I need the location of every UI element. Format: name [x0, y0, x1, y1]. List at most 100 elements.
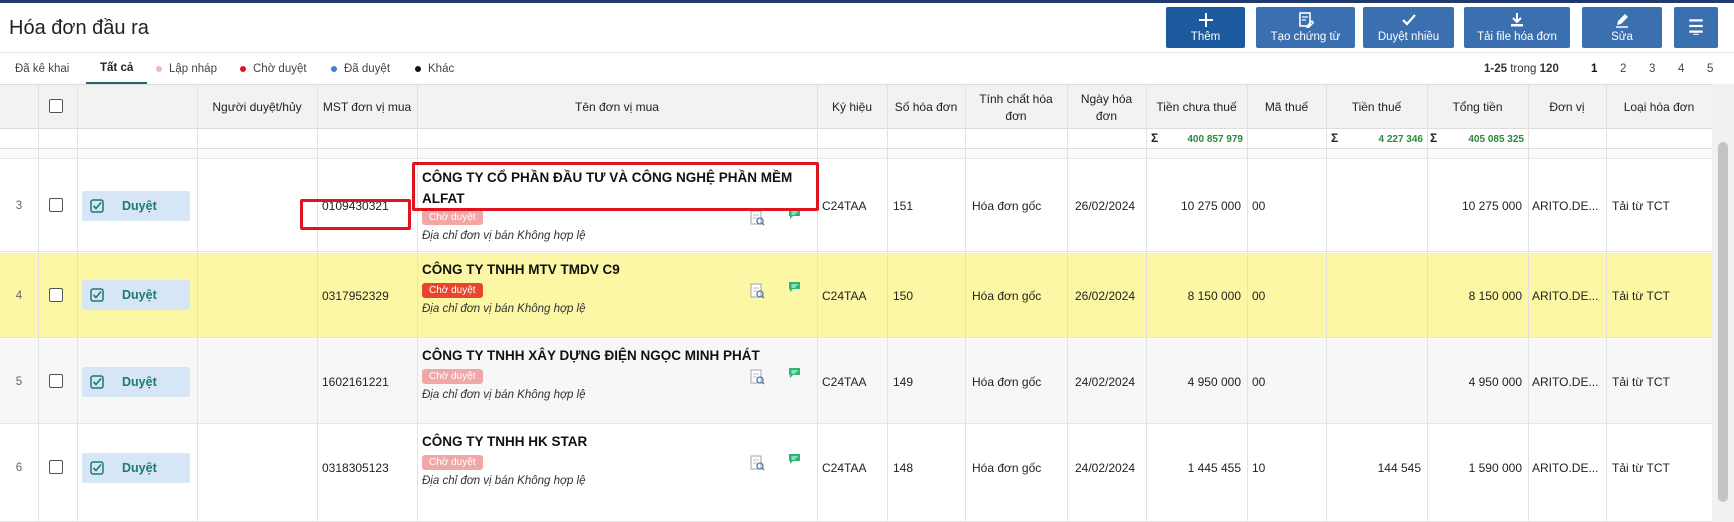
page-3[interactable]: 3 — [1649, 54, 1655, 84]
invoice-nature: Hóa đơn gốc — [972, 374, 1042, 389]
approve-button[interactable]: Duyệt — [82, 453, 190, 483]
table-row[interactable]: 5 Duyệt 1602161221 CÔNG TY TNHH XÂY DỰNG… — [0, 339, 1712, 424]
approve-button[interactable]: Duyệt — [82, 191, 190, 221]
column-divider — [1146, 84, 1147, 522]
pencil-icon — [1616, 14, 1628, 28]
row-checkbox[interactable] — [49, 198, 63, 212]
tab-draft[interactable]: Lập nháp — [156, 54, 217, 84]
download-invoice-button[interactable]: Tải file hóa đơn — [1464, 7, 1570, 48]
check-icon — [1401, 14, 1416, 26]
page-title: Hóa đơn đầu ra — [9, 17, 149, 39]
invoice-nature: Hóa đơn gốc — [972, 461, 1042, 475]
page-4[interactable]: 4 — [1678, 54, 1684, 84]
check-square-icon — [90, 375, 104, 389]
col-invoice-type[interactable]: Loại hóa đơn — [1606, 85, 1712, 130]
page-1[interactable]: 1 — [1591, 54, 1597, 84]
edit-button[interactable]: Sửa — [1582, 7, 1662, 48]
pending-dot-icon — [240, 66, 246, 72]
invoice-symbol: C24TAA — [822, 199, 867, 213]
column-divider — [417, 84, 418, 522]
select-all-checkbox[interactable] — [49, 99, 63, 113]
page-header: Hóa đơn đầu ra Thêm Tạo chứng từ Duyệt n… — [0, 3, 1734, 53]
invoice-grid: Người duyệt/hủy MST đơn vị mua Tên đơn v… — [0, 84, 1712, 522]
invoice-date: 24/02/2024 — [1075, 374, 1136, 389]
subtotal: 10 275 000 — [1180, 199, 1241, 213]
warning-note: Địa chỉ đơn vị bán Không hợp lệ — [422, 389, 586, 401]
page-2[interactable]: 2 — [1620, 54, 1626, 84]
col-symbol[interactable]: Ký hiệu — [817, 85, 887, 130]
warning-note: Địa chỉ đơn vị bán Không hợp lệ — [422, 303, 586, 315]
invoice-date: 26/02/2024 — [1075, 199, 1136, 213]
column-divider — [1606, 84, 1607, 522]
comment-icon[interactable] — [788, 281, 801, 293]
status-tabs: Đã kê khai Tất cả Lập nháp Chờ duyệt Đã … — [0, 54, 1734, 84]
vertical-scrollbar[interactable] — [1712, 84, 1734, 522]
bulk-approve-button[interactable]: Duyệt nhiều — [1363, 7, 1454, 48]
sigma-icon: Σ — [1430, 131, 1438, 145]
column-divider — [38, 84, 39, 522]
total-amount: 10 275 000 — [1461, 199, 1522, 213]
total-amount: 4 950 000 — [1468, 374, 1522, 389]
page-5[interactable]: 5 — [1707, 54, 1713, 84]
invoice-symbol: C24TAA — [822, 374, 867, 389]
col-subtotal[interactable]: Tiền chưa thuế — [1146, 85, 1247, 130]
table-row[interactable]: 3 Duyệt 0109430321 CÔNG TY CỔ PHẦN ĐẦU T… — [0, 160, 1712, 252]
tax-amount: 144 545 — [1377, 461, 1421, 475]
col-total[interactable]: Tổng tiền — [1427, 85, 1528, 130]
col-invoice-number[interactable]: Số hóa đơn — [887, 85, 965, 130]
col-unit[interactable]: Đơn vị — [1528, 85, 1606, 130]
tax-amount — [1326, 160, 1421, 252]
unit: ARITO.DE... — [1532, 374, 1599, 389]
grid-header: Người duyệt/hủy MST đơn vị mua Tên đơn v… — [0, 84, 1712, 129]
row-checkbox[interactable] — [49, 288, 63, 302]
col-invoice-nature[interactable]: Tính chất hóa đơn — [965, 85, 1067, 130]
invoice-number: 149 — [893, 374, 914, 389]
subtotal: 4 950 000 — [1187, 374, 1241, 389]
table-row[interactable]: 4 Duyệt 0317952329 CÔNG TY TNHH MTV TMDV… — [0, 253, 1712, 338]
more-menu-button[interactable] — [1674, 7, 1718, 48]
col-tax-code[interactable]: Mã thuế — [1247, 85, 1326, 130]
view-document-icon[interactable] — [750, 455, 765, 471]
invoice-type: Tải từ TCT — [1612, 374, 1670, 389]
col-invoice-date[interactable]: Ngày hóa đơn — [1067, 85, 1146, 130]
column-divider — [1326, 84, 1327, 522]
row-checkbox[interactable] — [49, 460, 63, 474]
tax-code: 10 — [1252, 461, 1266, 475]
col-tax-amount[interactable]: Tiền thuế — [1326, 85, 1427, 130]
invoice-number: 151 — [893, 199, 914, 213]
table-row[interactable]: 6 Duyệt 0318305123 CÔNG TY TNHH HK STAR … — [0, 425, 1712, 522]
unit: ARITO.DE... — [1532, 288, 1599, 303]
scrollbar-thumb[interactable] — [1718, 142, 1728, 502]
row-number: 3 — [15, 200, 23, 212]
unit: ARITO.DE... — [1532, 199, 1599, 213]
column-divider — [1528, 84, 1529, 522]
view-document-icon[interactable] — [750, 369, 765, 385]
invoice-type: Tải từ TCT — [1612, 461, 1670, 475]
approve-button[interactable]: Duyệt — [82, 367, 190, 397]
spacer — [0, 149, 1712, 159]
comment-icon[interactable] — [788, 367, 801, 379]
total-amount: 8 150 000 — [1468, 288, 1522, 303]
col-buyer-tax-code[interactable]: MST đơn vị mua — [317, 85, 417, 130]
row-checkbox[interactable] — [49, 374, 63, 388]
tab-other[interactable]: Khác — [415, 54, 454, 84]
comment-icon[interactable] — [788, 453, 801, 465]
approve-button[interactable]: Duyệt — [82, 280, 190, 310]
sigma-icon: Σ — [1151, 131, 1159, 145]
add-button[interactable]: Thêm — [1166, 7, 1245, 48]
invoice-symbol: C24TAA — [822, 461, 867, 475]
tax-code: 00 — [1252, 288, 1266, 303]
tab-pending[interactable]: Chờ duyệt — [240, 54, 307, 84]
column-divider — [887, 84, 888, 522]
col-buyer-name[interactable]: Tên đơn vị mua — [417, 85, 817, 130]
status-badge: Chờ duyệt — [422, 369, 483, 384]
create-voucher-button[interactable]: Tạo chứng từ — [1256, 7, 1355, 48]
tab-approved[interactable]: Đã duyệt — [331, 54, 390, 84]
view-document-icon[interactable] — [750, 210, 765, 226]
document-edit-icon — [1298, 12, 1314, 28]
view-document-icon[interactable] — [750, 283, 765, 299]
tab-declared[interactable]: Đã kê khai — [15, 54, 69, 84]
tab-all[interactable]: Tất cả — [86, 54, 148, 84]
col-approver[interactable]: Người duyệt/hủy — [197, 85, 317, 130]
other-dot-icon — [415, 66, 421, 72]
